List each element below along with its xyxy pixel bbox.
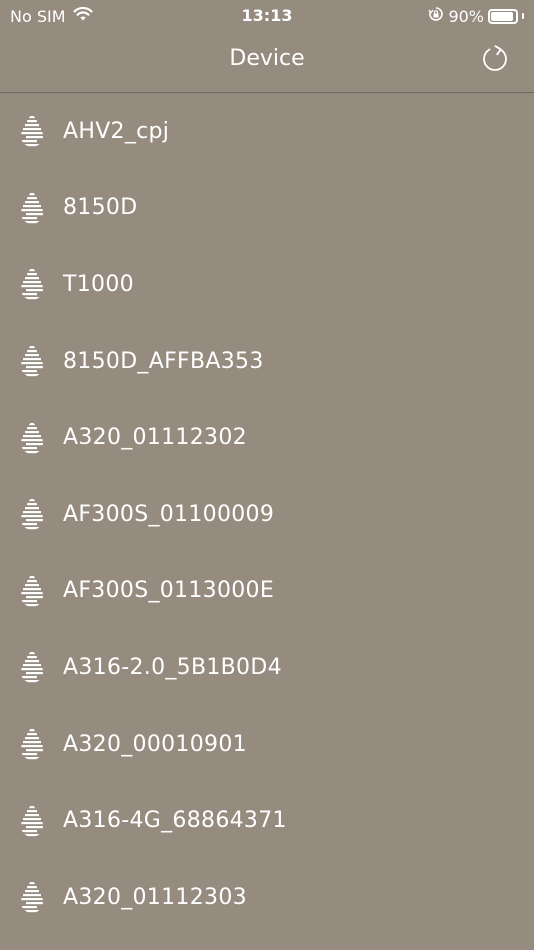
device-list-item[interactable]: A320_01112303: [0, 859, 534, 936]
device-name: A320_01112302: [63, 425, 247, 451]
water-drop-icon: [16, 343, 48, 379]
nav-bar: Device: [0, 30, 534, 93]
page-title: Device: [229, 46, 305, 71]
water-drop-icon: [16, 726, 48, 762]
device-name: A320_00010901: [63, 731, 247, 757]
device-name: AHV2_cpj: [63, 118, 170, 144]
water-drop-icon: [16, 573, 48, 609]
battery-fill: [491, 11, 513, 21]
device-name: T1000: [63, 271, 134, 297]
water-drop-icon: [16, 879, 48, 915]
device-list-item[interactable]: T1000: [0, 246, 534, 323]
device-screen: No SIM 13:13 90% Device AHV2_cpj 8150D T…: [0, 0, 534, 950]
device-list-item[interactable]: 8150D_AFFBA353: [0, 323, 534, 400]
device-list-item[interactable]: A316-2.0_5B1B0D4: [0, 629, 534, 706]
water-drop-icon: [16, 803, 48, 839]
device-list-item[interactable]: AF300S_0113000E: [0, 553, 534, 630]
device-list-item[interactable]: AF300S_01100009: [0, 476, 534, 553]
device-list-item[interactable]: AHV2_cpj: [0, 93, 534, 170]
device-name: 8150D: [63, 195, 138, 221]
device-name: A316-4G_68864371: [63, 808, 287, 834]
device-name: 8150D_AFFBA353: [63, 348, 264, 374]
device-name: AF300S_01100009: [63, 501, 275, 527]
device-name: AF300S_0113000E: [63, 578, 275, 604]
water-drop-icon: [16, 420, 48, 456]
battery-icon: [488, 8, 518, 24]
device-list-item[interactable]: A320_00010901: [0, 706, 534, 783]
water-drop-icon: [16, 190, 48, 226]
device-list: AHV2_cpj 8150D T1000 8150D_AFFBA353 A320…: [0, 93, 534, 936]
battery-cap: [522, 13, 524, 19]
status-bar: No SIM 13:13 90%: [0, 0, 534, 30]
device-list-item[interactable]: 8150D: [0, 170, 534, 247]
battery-percent: 90%: [448, 6, 484, 26]
device-list-item[interactable]: A320_01112302: [0, 399, 534, 476]
device-name: A316-2.0_5B1B0D4: [63, 654, 282, 680]
water-drop-icon: [16, 649, 48, 685]
status-right: 90%: [428, 6, 524, 26]
water-drop-icon: [16, 496, 48, 532]
device-name: A320_01112303: [63, 884, 247, 910]
orientation-lock-icon: [428, 6, 444, 26]
device-list-item[interactable]: A316-4G_68864371: [0, 782, 534, 859]
water-drop-icon: [16, 266, 48, 302]
refresh-icon: [483, 45, 507, 71]
refresh-button[interactable]: [478, 42, 512, 76]
water-drop-icon: [16, 113, 48, 149]
